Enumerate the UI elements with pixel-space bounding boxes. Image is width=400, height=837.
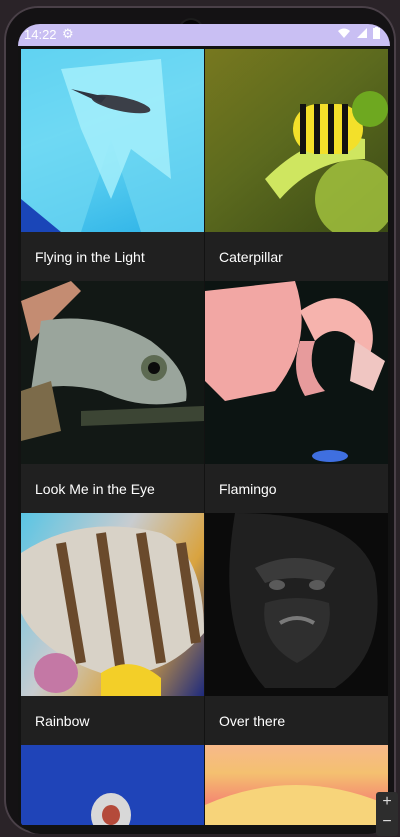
partial-photo-2	[205, 745, 388, 825]
gallery-item[interactable]: Flamingo	[205, 281, 388, 513]
gallery-item[interactable]: Look Me in the Eye	[21, 281, 204, 513]
flamingo-photo	[205, 281, 388, 464]
caterpillar-photo	[205, 49, 388, 232]
gear-icon: ⚙	[62, 26, 74, 41]
item-title: Rainbow	[35, 713, 90, 729]
fish-photo	[21, 513, 204, 696]
status-time: 14:22	[24, 27, 57, 42]
item-title: Flying in the Light	[35, 249, 145, 265]
bird-photo	[21, 49, 204, 232]
zoom-in-button[interactable]: +	[376, 792, 398, 812]
chameleon-photo	[21, 281, 204, 464]
item-title: Over there	[219, 713, 286, 729]
battery-icon	[373, 27, 380, 42]
wifi-icon	[337, 27, 351, 42]
gallery-item[interactable]: Caterpillar	[205, 49, 388, 281]
status-bar: 14:22 ⚙	[18, 24, 390, 46]
item-title: Caterpillar	[219, 249, 283, 265]
gorilla-photo	[205, 513, 388, 696]
gallery-item[interactable]	[21, 745, 204, 825]
gallery-item[interactable]: Flying in the Light	[21, 49, 204, 281]
screen: 14:22 ⚙ Flying in the Light Caterpillar …	[18, 24, 390, 834]
item-title: Look Me in the Eye	[35, 481, 155, 497]
status-icons	[337, 27, 380, 42]
photo-grid: Flying in the Light Caterpillar Look Me …	[21, 49, 389, 825]
zoom-controls[interactable]: + −	[376, 792, 398, 836]
gallery-item[interactable]: Rainbow	[21, 513, 204, 745]
zoom-out-button[interactable]: −	[376, 812, 398, 832]
signal-icon	[356, 27, 368, 42]
item-title: Flamingo	[219, 481, 277, 497]
partial-photo-1	[21, 745, 204, 825]
gallery-item[interactable]: Over there	[205, 513, 388, 745]
gallery-item[interactable]	[205, 745, 388, 825]
phone-frame: 14:22 ⚙ Flying in the Light Caterpillar …	[4, 6, 398, 836]
